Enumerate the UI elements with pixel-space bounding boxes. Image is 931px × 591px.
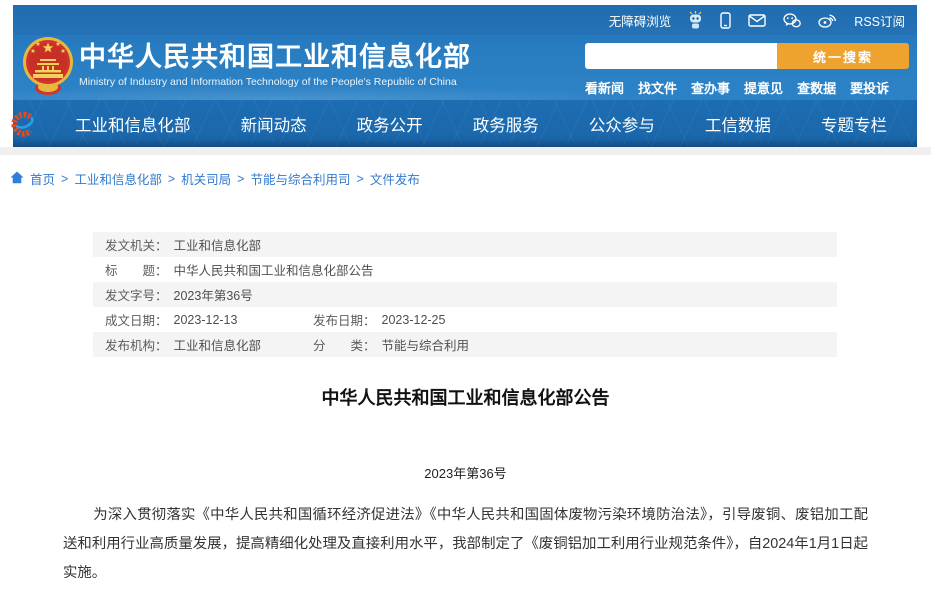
- table-row: 发文机关： 工业和信息化部: [93, 232, 837, 257]
- announcement-title: 中华人民共和国工业和信息化部公告: [63, 384, 868, 410]
- main-nav: 工业和信息化部 新闻动态 政务公开 政务服务 公众参与 工信数据 专题专栏: [13, 100, 917, 147]
- nav-item-gov-services[interactable]: 政务服务: [473, 112, 539, 136]
- meta-category: 分 类： 节能与综合利用: [313, 335, 469, 354]
- nav-item-news[interactable]: 新闻动态: [241, 112, 307, 136]
- search-zone: 统一搜索 看新闻 找文件 查办事 提意见 查数据 要投诉: [585, 43, 909, 97]
- meta-publishing-org: 发布机构： 工业和信息化部: [105, 335, 313, 354]
- breadcrumb: 首页 > 工业和信息化部 > 机关司局 > 节能与综合利用司 > 文件发布: [10, 169, 420, 188]
- announcement-number: 2023年第36号: [63, 463, 868, 482]
- header-divider: [0, 147, 931, 155]
- mail-icon[interactable]: [748, 14, 766, 27]
- nav-item-public-participation[interactable]: 公众参与: [589, 112, 655, 136]
- rss-link[interactable]: RSS订阅: [854, 11, 905, 30]
- table-row: 标 题： 中华人民共和国工业和信息化部公告: [93, 257, 837, 282]
- meta-issuing-authority: 发文机关： 工业和信息化部: [105, 235, 261, 254]
- quick-link-data[interactable]: 查数据: [797, 78, 836, 97]
- miit-c-logo-icon: [8, 108, 40, 145]
- crumb-departments[interactable]: 机关司局: [181, 169, 231, 188]
- crumb-separator: >: [357, 172, 364, 186]
- masthead: 中华人民共和国工业和信息化部 Ministry of Industry and …: [13, 35, 917, 100]
- crumb-separator: >: [61, 172, 68, 186]
- nav-item-miit[interactable]: 工业和信息化部: [75, 112, 191, 136]
- crumb-document-release[interactable]: 文件发布: [370, 169, 420, 188]
- crumb-separator: >: [237, 172, 244, 186]
- crumb-home[interactable]: 首页: [30, 169, 55, 188]
- quick-link-files[interactable]: 找文件: [638, 78, 677, 97]
- quick-link-news[interactable]: 看新闻: [585, 78, 624, 97]
- quick-link-complaint[interactable]: 要投诉: [850, 78, 889, 97]
- weibo-icon[interactable]: [818, 12, 837, 28]
- site-subtitle: Ministry of Industry and Information Tec…: [79, 76, 471, 88]
- crumb-separator: >: [168, 172, 175, 186]
- crumb-miit[interactable]: 工业和信息化部: [74, 169, 162, 188]
- unified-search-button[interactable]: 统一搜索: [777, 43, 909, 69]
- site-title: 中华人民共和国工业和信息化部: [79, 42, 471, 72]
- quick-links: 看新闻 找文件 查办事 提意见 查数据 要投诉: [585, 78, 909, 97]
- accessibility-link[interactable]: 无障碍浏览: [609, 11, 672, 30]
- table-row: 成文日期： 2023-12-13 发布日期： 2023-12-25: [93, 307, 837, 332]
- mascot-icon[interactable]: [688, 11, 703, 29]
- mobile-icon[interactable]: [720, 12, 731, 29]
- wechat-icon[interactable]: [783, 13, 801, 28]
- nav-item-special-columns[interactable]: 专题专栏: [821, 112, 887, 136]
- utility-topbar: 无障碍浏览: [13, 5, 917, 35]
- table-row: 发文字号： 2023年第36号: [93, 282, 837, 307]
- site-header: 无障碍浏览: [13, 5, 917, 147]
- unified-search-input[interactable]: [585, 43, 777, 69]
- document-meta-table: 发文机关： 工业和信息化部 标 题： 中华人民共和国工业和信息化部公告 发文字号…: [93, 232, 837, 357]
- meta-doc-number: 发文字号： 2023年第36号: [105, 285, 253, 304]
- table-row: 发布机构： 工业和信息化部 分 类： 节能与综合利用: [93, 332, 837, 357]
- meta-publish-date: 发布日期： 2023-12-25: [313, 310, 445, 329]
- announcement-paragraph: 为深入贯彻落实《中华人民共和国循环经济促进法》《中华人民共和国固体废物污染环境防…: [63, 501, 868, 588]
- home-icon: [10, 171, 24, 187]
- national-emblem-icon: [22, 35, 74, 102]
- quick-link-services[interactable]: 查办事: [691, 78, 730, 97]
- nav-item-gov-disclosure[interactable]: 政务公开: [357, 112, 423, 136]
- nav-item-miit-data[interactable]: 工信数据: [705, 112, 771, 136]
- quick-link-feedback[interactable]: 提意见: [744, 78, 783, 97]
- meta-title: 标 题： 中华人民共和国工业和信息化部公告: [105, 260, 374, 279]
- meta-written-date: 成文日期： 2023-12-13: [105, 310, 313, 329]
- crumb-energy-conservation-dept[interactable]: 节能与综合利用司: [250, 169, 350, 188]
